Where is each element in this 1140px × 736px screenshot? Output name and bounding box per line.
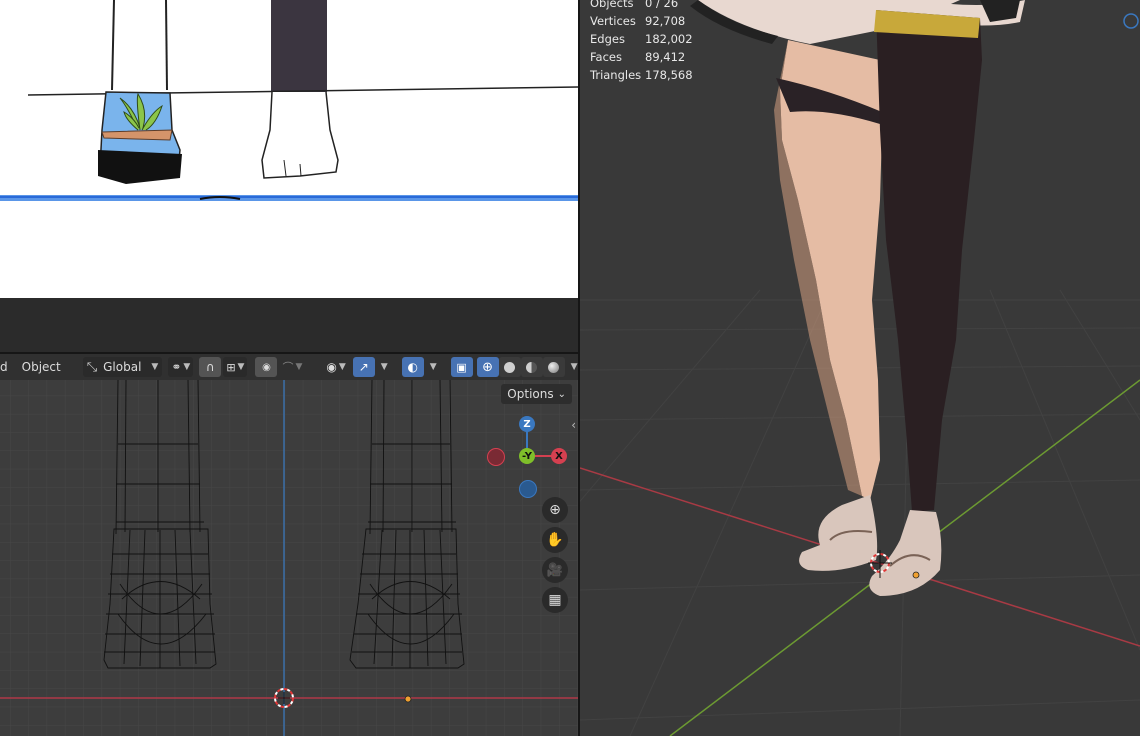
shading-material-button[interactable] [520,357,543,377]
chevron-down-icon: ▼ [295,362,303,372]
shading-solid-button[interactable] [498,357,521,377]
sidebar-toggle-icon[interactable]: ‹ [571,418,576,432]
eye-icon: ◉ [326,360,337,374]
zoom-button[interactable]: ⊕ [542,497,568,523]
gizmo-neg-y-axis[interactable]: -Y [519,448,535,464]
magnet-icon: ∩ [205,360,215,374]
reference-image-pane[interactable] [0,0,578,298]
chevron-down-icon: ▼ [151,362,159,372]
statistics-overlay: Objects 0 / 26 Vertices 92,708 Edges 182,00… [590,0,693,84]
options-chevron-icon: ⌄ [557,388,566,400]
stat-objects: Objects 0 / 26 [590,0,679,10]
grid-icon: ▦ [548,592,562,608]
gizmo-x-axis[interactable]: X [551,448,567,464]
proportional-edit-toggle[interactable]: ◉ [255,357,278,377]
navigation-gizmo[interactable]: Z -Y X [484,416,568,500]
reference-drawing [0,0,578,201]
material-sphere-icon [526,361,538,373]
mode-menu[interactable]: d [0,360,12,374]
zoom-icon: ⊕ [549,502,561,518]
falloff-dropdown[interactable]: ⌒ ▼ [279,357,305,377]
camera-icon: 🎥 [546,562,564,578]
pan-button[interactable]: ✋ [542,527,568,553]
rendered-sphere-icon [548,361,560,373]
perspective-viewport[interactable]: Objects 0 / 26 Vertices 92,708 Edges 182,00… [580,0,1140,736]
orientation-icon: ⤡ [86,359,98,375]
chevron-down-icon[interactable]: ▼ [381,362,388,372]
gizmo-neg-x-axis[interactable] [487,448,505,466]
viewport-header: d Object ⤡ Global ▼ ⚭ ▼ ∩ ⊞ ▼ ◉ ⌒ ▼ ◉ ▼ ↗ ▼ … [0,354,578,380]
object-menu[interactable]: Object [18,360,65,374]
stat-vertices: Vertices 92,708 [590,14,686,28]
gizmo-neg-z-axis[interactable] [519,480,537,498]
snap-toggle[interactable]: ∩ [199,357,222,377]
viewport-scene [580,0,1140,736]
chevron-down-icon: ▼ [183,362,191,372]
shading-wireframe-button[interactable]: ⊕ [476,357,499,377]
options-dropdown[interactable]: Options ⌄ [501,384,572,404]
snap-target-dropdown[interactable]: ⊞ ▼ [223,357,248,377]
stat-triangles: Triangles 178,568 [590,68,693,82]
chevron-down-icon: ▼ [237,362,245,372]
gizmo-icon: ↗ [358,360,369,374]
front-viewport[interactable]: d Object ⤡ Global ▼ ⚭ ▼ ∩ ⊞ ▼ ◉ ⌒ ▼ ◉ ▼ ↗ ▼ … [0,354,578,736]
editor-empty-area [0,298,578,354]
camera-view-button[interactable]: 🎥 [542,557,568,583]
stat-faces: Faces 89,412 [590,50,686,64]
xray-toggle[interactable]: ▣ [450,357,473,377]
wireframe-sphere-icon: ⊕ [482,359,494,375]
falloff-icon: ⌒ [282,361,294,374]
transform-orientation-dropdown[interactable]: ⤡ Global ▼ [82,357,163,377]
hand-icon: ✋ [546,532,564,548]
visibility-dropdown[interactable]: ◉ ▼ [323,357,348,377]
gizmo-toggle[interactable]: ↗ [352,357,375,377]
area-divider-vertical[interactable] [578,0,580,736]
gizmo-z-axis[interactable]: Z [519,416,535,432]
viewport-grid [0,354,578,736]
overlays-toggle[interactable]: ◐ [401,357,424,377]
solid-sphere-icon [504,361,516,373]
options-label: Options [507,387,554,401]
snap-increment-icon: ⊞ [226,360,236,374]
stat-edges: Edges 182,002 [590,32,693,46]
shading-rendered-button[interactable] [542,357,565,377]
chevron-down-icon: ▼ [338,362,346,372]
overlay-icon: ◐ [407,360,418,374]
chevron-down-icon[interactable]: ▼ [571,362,578,372]
ortho-toggle-button[interactable]: ▦ [542,587,568,613]
chevron-down-icon[interactable]: ▼ [430,362,437,372]
pivot-point-dropdown[interactable]: ⚭ ▼ [168,357,194,377]
area-divider-horizontal[interactable] [0,352,578,354]
pivot-icon: ⚭ [171,360,182,374]
orientation-label: Global [103,360,142,374]
xray-icon: ▣ [456,360,467,374]
proportional-icon: ◉ [262,361,271,373]
